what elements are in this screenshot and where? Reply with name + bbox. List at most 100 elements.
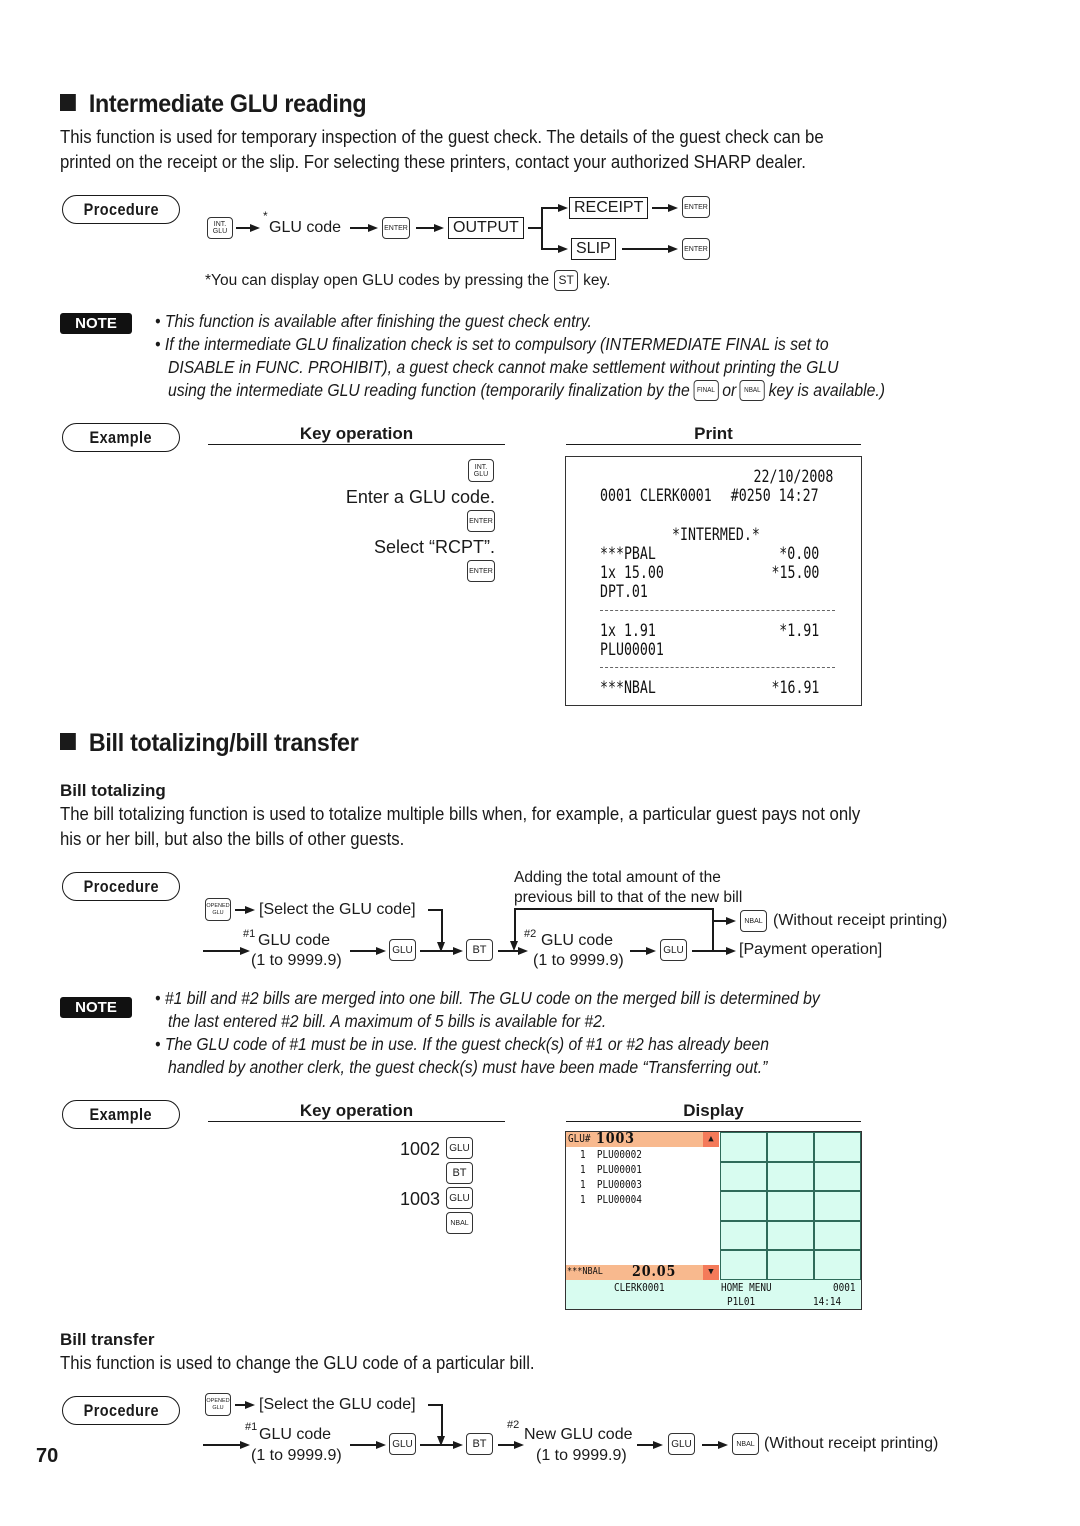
receipt-line-name: PLU00001 bbox=[600, 640, 664, 660]
menu-label: HOME MENU bbox=[721, 1281, 772, 1294]
receipt-line-name: DPT.01 bbox=[600, 582, 648, 602]
printed-receipt: 22/10/2008 0001 CLERK0001 #0250 14:27 *I… bbox=[565, 456, 862, 706]
key-op-step: Enter a GLU code. bbox=[345, 487, 495, 507]
note-line: DISABLE in FUNC. PROHIBIT), a guest chec… bbox=[168, 357, 839, 377]
note-text: using the intermediate GLU reading funct… bbox=[168, 380, 690, 400]
footnote-text: *You can display open GLU codes by press… bbox=[205, 271, 550, 289]
keypad-cell[interactable] bbox=[767, 1250, 814, 1280]
keypad-cell[interactable] bbox=[814, 1132, 861, 1162]
square-bullet-icon bbox=[60, 733, 76, 750]
range-label: (1 to 9999.9) bbox=[251, 952, 342, 969]
glu-number: 1003 bbox=[596, 1129, 635, 1147]
keypad-cell[interactable] bbox=[767, 1191, 814, 1221]
keypad-cell[interactable] bbox=[720, 1220, 767, 1251]
glu-key-icon: GLU bbox=[446, 1137, 473, 1159]
range-label: (1 to 9999.9) bbox=[533, 952, 624, 969]
note-line: • #1 bill and #2 bills are merged into o… bbox=[155, 988, 820, 1008]
scroll-up-button[interactable]: ▲ bbox=[703, 1132, 719, 1147]
scroll-down-button[interactable]: ▼ bbox=[703, 1265, 719, 1280]
nbal-key-icon: NBAL bbox=[732, 1433, 759, 1455]
loop-note: previous bill to that of the new bill bbox=[514, 889, 743, 906]
receipt-pbal-value: *0.00 bbox=[779, 544, 819, 564]
slip-box: SLIP bbox=[571, 238, 616, 260]
keypad-cell[interactable] bbox=[720, 1132, 767, 1162]
keypad-cell[interactable] bbox=[767, 1132, 814, 1162]
footnote-marker: #1 bbox=[245, 1421, 258, 1433]
receipt-line-qty: 1x 1.91 bbox=[600, 621, 656, 641]
note-line: handled by another clerk, the guest chec… bbox=[168, 1057, 768, 1077]
receipt-header-left: 0001 CLERK0001 bbox=[600, 486, 712, 506]
note-line: • The GLU code of #1 must be in use. If … bbox=[155, 1034, 769, 1054]
bill-transfer-paragraph: This function is used to change the GLU … bbox=[60, 1353, 535, 1373]
glu-key-icon: GLU bbox=[446, 1187, 473, 1209]
glu-code-label: GLU code bbox=[269, 219, 342, 236]
enter-key-icon: ENTER bbox=[467, 510, 495, 532]
footnote-text: key. bbox=[583, 271, 611, 289]
output-box: OUTPUT bbox=[448, 217, 524, 239]
range-label: (1 to 9999.9) bbox=[536, 1447, 627, 1464]
enter-key-icon: ENTER bbox=[682, 238, 710, 260]
receipt-nbal-label: ***NBAL bbox=[600, 678, 656, 698]
keypad-cell[interactable] bbox=[720, 1250, 767, 1280]
select-glu-label: [Select the GLU code] bbox=[259, 1396, 416, 1413]
procedure-footnote: *You can display open GLU codes by press… bbox=[205, 270, 610, 291]
bill-totalizing-paragraph: The bill totalizing function is used to … bbox=[60, 802, 860, 852]
keypad-grid bbox=[720, 1132, 861, 1280]
receipt-title: *INTERMED.* bbox=[672, 525, 760, 545]
keypad-cell[interactable] bbox=[814, 1161, 861, 1192]
without-receipt-label: (Without receipt printing) bbox=[773, 912, 948, 929]
receipt-line-value: *1.91 bbox=[779, 621, 819, 641]
select-glu-label: [Select the GLU code] bbox=[259, 901, 416, 918]
keypad-cell[interactable] bbox=[767, 1220, 814, 1251]
intro-line: This function is used for temporary insp… bbox=[60, 127, 824, 147]
time-label: 14:14 bbox=[813, 1295, 842, 1308]
keypad-cell[interactable] bbox=[814, 1250, 861, 1280]
note-badge: NOTE bbox=[60, 997, 132, 1018]
note-line: • If the intermediate GLU finalization c… bbox=[155, 334, 829, 354]
int-glu-key-icon: INT. GLU bbox=[468, 459, 494, 482]
keypad-cell[interactable] bbox=[767, 1161, 814, 1192]
receipt-date: 22/10/2008 bbox=[753, 467, 833, 487]
glu-key-icon: GLU bbox=[389, 939, 416, 961]
intro-line: his or her bill, but also the bills of o… bbox=[60, 829, 405, 849]
glu-label: GLU# bbox=[568, 1132, 591, 1145]
bt-key-icon: BT bbox=[446, 1162, 473, 1184]
st-key-icon: ST bbox=[554, 270, 579, 291]
section-title-text: Intermediate GLU reading bbox=[88, 90, 367, 118]
note-line: • This function is available after finis… bbox=[155, 311, 592, 331]
keypad-cell[interactable] bbox=[720, 1191, 767, 1221]
footnote-marker: #2 bbox=[524, 928, 537, 940]
new-glu-code-label: New GLU code bbox=[524, 1426, 633, 1443]
example-badge: Example bbox=[62, 423, 180, 452]
enter-key-icon: ENTER bbox=[682, 196, 710, 218]
footnote-marker: #2 bbox=[507, 1419, 520, 1431]
machine-number: 0001 bbox=[833, 1281, 856, 1294]
keypad-cell[interactable] bbox=[814, 1220, 861, 1251]
receipt-box: RECEIPT bbox=[569, 197, 649, 219]
procedure-badge: Procedure bbox=[62, 872, 180, 901]
payment-operation-label: [Payment operation] bbox=[739, 941, 883, 958]
receipt-nbal-value: *16.91 bbox=[771, 678, 819, 698]
glu-key-icon: GLU bbox=[389, 1433, 416, 1455]
key-op-number: 1002 bbox=[399, 1139, 440, 1159]
keypad-cell[interactable] bbox=[814, 1191, 861, 1221]
glu-key-icon: GLU bbox=[660, 939, 687, 961]
enter-key-icon: ENTER bbox=[382, 217, 410, 239]
display-item: 1 PLU00001 bbox=[580, 1163, 642, 1176]
section-title-intermediate-glu: Intermediate GLU reading bbox=[60, 90, 367, 119]
note-line: using the intermediate GLU reading funct… bbox=[168, 379, 885, 402]
subheading-bill-transfer: Bill transfer bbox=[60, 1330, 155, 1349]
enter-key-icon: ENTER bbox=[467, 560, 495, 582]
note-line: the last entered #2 bill. A maximum of 5… bbox=[168, 1011, 607, 1031]
nbal-key-icon: NBAL bbox=[740, 910, 767, 932]
without-receipt-label: (Without receipt printing) bbox=[764, 1435, 939, 1452]
footnote-marker: #1 bbox=[243, 928, 256, 940]
intro-paragraph: This function is used for temporary insp… bbox=[60, 125, 824, 175]
keypad-cell[interactable] bbox=[720, 1161, 767, 1192]
nbal-key-icon: NBAL bbox=[739, 380, 765, 401]
page-number: 70 bbox=[36, 1445, 59, 1467]
display-item: 1 PLU00002 bbox=[580, 1148, 642, 1161]
pos-display: GLU# 1003 ▲ 1 PLU00002 1 PLU00001 1 PLU0… bbox=[565, 1129, 862, 1310]
section-title-text: Bill totalizing/bill transfer bbox=[88, 729, 359, 757]
square-bullet-icon bbox=[60, 94, 76, 111]
